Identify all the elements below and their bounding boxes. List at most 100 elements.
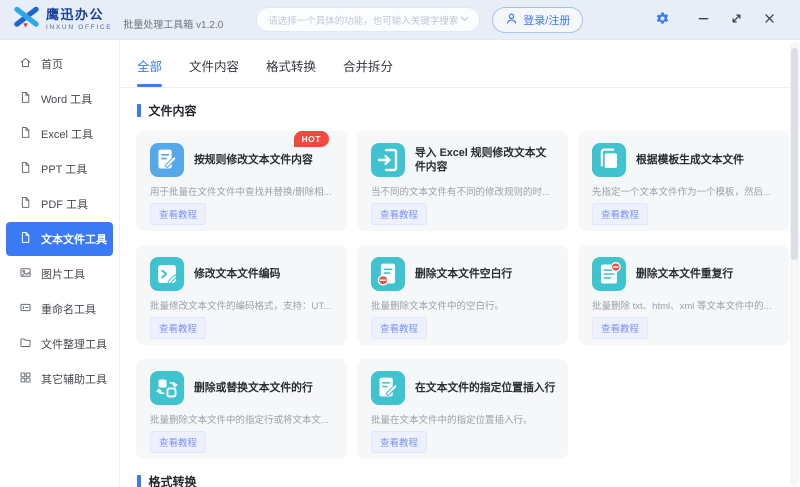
sidebar-item-label: 文件整理工具: [41, 336, 107, 352]
login-label: 登录/注册: [523, 12, 570, 28]
sidebar-item-word-tools[interactable]: Word 工具: [6, 82, 113, 116]
app-title: 批量处理工具箱 v1.2.0: [123, 16, 223, 31]
tab-label: 合并拆分: [343, 60, 393, 74]
view-tutorial-button[interactable]: 查看教程: [592, 317, 648, 339]
tool-card-title: 按规则修改文本文件内容: [194, 153, 313, 167]
text-file-tool-icon: [19, 231, 32, 247]
swap-lines-icon: [150, 371, 184, 405]
tool-card-title: 删除文本文件空白行: [415, 267, 512, 281]
tool-sections: 文件内容 HOT 按规则修改文本文件内容用于批量在文件文件中查找并替换/删除相...…: [120, 102, 800, 487]
tool-card-title: 修改文本文件编码: [194, 267, 280, 281]
tool-card-description: 批量删除文本文件中的空白行。: [371, 298, 556, 312]
app-body: 首页 Word 工具 Excel 工具PPT 工具 PDF 工具文本文件工具图片工具重…: [0, 40, 800, 487]
tool-card[interactable]: HOT 按规则修改文本文件内容用于批量在文件文件中查找并替换/删除相... 查看教程: [136, 131, 347, 231]
sidebar-item-rename-tools[interactable]: 重命名工具: [6, 292, 113, 326]
sidebar-item-label: 文本文件工具: [41, 231, 107, 247]
sidebar-item-file-organize-tools[interactable]: 文件整理工具: [6, 327, 113, 361]
tool-card[interactable]: 删除文本文件空白行批量删除文本文件中的空白行。查看教程: [357, 245, 568, 345]
sidebar-item-ppt-tools[interactable]: PPT 工具: [6, 152, 113, 186]
tab-2[interactable]: 格式转换: [266, 56, 316, 87]
card-head: 删除或替换文本文件的行: [150, 371, 335, 405]
close-icon: [763, 12, 776, 28]
settings-button[interactable]: [646, 6, 679, 34]
sidebar: 首页 Word 工具 Excel 工具PPT 工具 PDF 工具文本文件工具图片工具重…: [0, 40, 120, 487]
minimize-button[interactable]: [687, 6, 720, 34]
hot-badge: HOT: [294, 131, 329, 147]
tab-3[interactable]: 合并拆分: [343, 56, 393, 87]
section-accent-bar: [137, 475, 141, 487]
tool-card[interactable]: 修改文本文件编码批量修改文本文件的编码格式，支持：UT... 查看教程: [136, 245, 347, 345]
scrollbar-thumb[interactable]: [791, 48, 798, 260]
scrollbar-track[interactable]: [790, 42, 799, 485]
view-tutorial-button[interactable]: 查看教程: [592, 203, 648, 225]
rename-tool-icon: [19, 301, 32, 317]
logo-x-icon: [13, 6, 40, 34]
tab-bar: 全部 文件内容 格式转换 合并拆分: [120, 40, 800, 88]
view-tutorial-button[interactable]: 查看教程: [150, 317, 206, 339]
tab-0[interactable]: 全部: [137, 56, 162, 87]
card-head: 删除文本文件重复行: [592, 257, 777, 291]
login-register-button[interactable]: 登录/注册: [492, 7, 583, 33]
tool-card[interactable]: 在文本文件的指定位置插入行批量在文本文件中的指定位置插入行。查看教程: [357, 359, 568, 459]
tab-label: 全部: [137, 60, 162, 74]
misc-tools-icon: [19, 371, 32, 387]
view-tutorial-button[interactable]: 查看教程: [371, 203, 427, 225]
template-copy-icon: [592, 143, 626, 177]
doc-edit-icon: [150, 143, 184, 177]
tool-card-title: 删除或替换文本文件的行: [194, 381, 313, 395]
encoding-terminal-icon: [150, 257, 184, 291]
sidebar-item-label: 其它辅助工具: [41, 371, 107, 387]
tool-card[interactable]: 删除文本文件重复行批量删除 txt、html、xml 等文本文件中的... 查看教…: [578, 245, 789, 345]
section-accent-bar: [137, 104, 141, 117]
sidebar-item-label: Word 工具: [41, 91, 92, 107]
card-head: 在文本文件的指定位置插入行: [371, 371, 556, 405]
section-title: 文件内容: [149, 102, 197, 119]
tool-card-description: 当不同的文本文件有不同的修改规则的时...: [371, 184, 556, 198]
tool-card-description: 批量修改文本文件的编码格式，支持：UT...: [150, 298, 335, 312]
sidebar-item-label: PDF 工具: [41, 196, 88, 212]
doc-dedupe-icon: [592, 257, 626, 291]
tool-card-description: 用于批量在文件文件中查找并替换/删除相...: [150, 184, 335, 198]
ppt-tool-icon: [19, 161, 32, 177]
tool-card[interactable]: 删除或替换文本文件的行批量删除文本文件中的指定行或将文本文... 查看教程: [136, 359, 347, 459]
sidebar-item-misc-tools[interactable]: 其它辅助工具: [6, 362, 113, 396]
tool-card-description: 批量删除 txt、html、xml 等文本文件中的...: [592, 298, 777, 312]
image-tool-icon: [19, 266, 32, 282]
tool-card[interactable]: 根据模板生成文本文件先指定一个文本文件作为一个模板，然后...查看教程: [578, 131, 789, 231]
tool-card-description: 批量在文本文件中的指定位置插入行。: [371, 412, 556, 426]
file-organize-icon: [19, 336, 32, 352]
sidebar-item-pdf-tools[interactable]: PDF 工具: [6, 187, 113, 221]
tool-card-description: 批量删除文本文件中的指定行或将文本文...: [150, 412, 335, 426]
doc-insert-line-icon: [371, 371, 405, 405]
home-icon: [19, 56, 32, 72]
sidebar-item-excel-tools[interactable]: Excel 工具: [6, 117, 113, 151]
view-tutorial-button[interactable]: 查看教程: [371, 431, 427, 453]
sidebar-item-text-file-tools[interactable]: 文本文件工具: [6, 222, 113, 256]
view-tutorial-button[interactable]: 查看教程: [150, 431, 206, 453]
view-tutorial-button[interactable]: 查看教程: [371, 317, 427, 339]
tool-card-title: 导入 Excel 规则修改文本文件内容: [415, 146, 556, 174]
card-head: 删除文本文件空白行: [371, 257, 556, 291]
tool-card-title: 根据模板生成文本文件: [636, 153, 744, 167]
topbar: 鹰迅办公 INXUN OFFICE 批量处理工具箱 v1.2.0 请选择一个具体…: [0, 0, 800, 40]
view-tutorial-button[interactable]: 查看教程: [150, 203, 206, 225]
minimize-icon: [697, 12, 710, 28]
window-controls: [646, 6, 786, 34]
doc-remove-line-icon: [371, 257, 405, 291]
close-button[interactable]: [753, 6, 786, 34]
function-search-select[interactable]: 请选择一个具体的功能，也可输入关键字搜索！: [256, 7, 480, 32]
tab-label: 格式转换: [266, 60, 316, 74]
tab-1[interactable]: 文件内容: [189, 56, 239, 87]
section-title: 格式转换: [149, 473, 197, 487]
sidebar-item-image-tools[interactable]: 图片工具: [6, 257, 113, 291]
sidebar-item-home[interactable]: 首页: [6, 47, 113, 81]
card-head: 按规则修改文本文件内容: [150, 143, 335, 177]
gear-icon: [655, 11, 670, 29]
brand-subtitle: INXUN OFFICE: [46, 24, 112, 31]
main-content: 全部文件内容格式转换合并拆分 文件内容HOT按规则修改文本文件内容用于批量在文件…: [120, 40, 800, 487]
tab-label: 文件内容: [189, 60, 239, 74]
tool-card[interactable]: 导入 Excel 规则修改文本文件内容当不同的文本文件有不同的修改规则的时...…: [357, 131, 568, 231]
card-head: 导入 Excel 规则修改文本文件内容: [371, 143, 556, 177]
maximize-button[interactable]: [720, 6, 753, 34]
sidebar-item-label: 图片工具: [41, 266, 85, 282]
